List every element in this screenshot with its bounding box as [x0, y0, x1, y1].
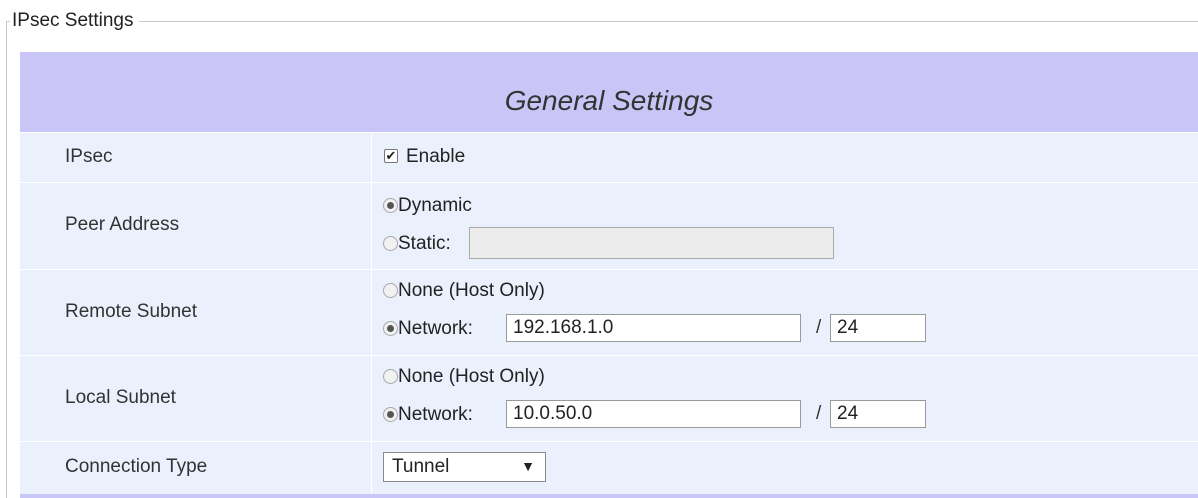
remote-subnet-label: Remote Subnet: [65, 301, 198, 322]
panel-footer-band: [20, 494, 1198, 498]
general-settings-panel: General Settings IPsec ✔ Enable Peer Add…: [20, 52, 1198, 498]
remote-prefix-input[interactable]: 24: [830, 314, 926, 342]
remote-network-option[interactable]: Network:: [383, 318, 473, 340]
row-local-subnet: Local Subnet None (Host Only) Network: 1…: [20, 355, 1198, 441]
row-remote-subnet: Remote Subnet None (Host Only) Network: …: [20, 269, 1198, 355]
peer-static-radio[interactable]: [383, 236, 398, 251]
fieldset-border-left: [6, 21, 7, 498]
local-network-input[interactable]: 10.0.50.0: [506, 400, 801, 428]
remote-none-label: None (Host Only): [398, 280, 545, 301]
row-ipsec: IPsec ✔ Enable: [20, 132, 1198, 182]
column-divider: [371, 133, 372, 182]
remote-prefix-slash: /: [816, 317, 822, 338]
fieldset-legend: IPsec Settings: [10, 10, 140, 32]
local-network-radio[interactable]: [383, 407, 398, 422]
section-title: General Settings: [504, 85, 714, 116]
peer-static-input[interactable]: [469, 227, 834, 259]
peer-address-label: Peer Address: [65, 214, 180, 235]
row-peer-address: Peer Address Dynamic Static:: [20, 182, 1198, 269]
column-divider: [371, 183, 372, 269]
remote-network-radio[interactable]: [383, 321, 398, 336]
local-network-label: Network:: [398, 404, 473, 425]
peer-dynamic-radio[interactable]: [383, 198, 398, 213]
ipsec-label: IPsec: [65, 146, 113, 167]
remote-network-input[interactable]: 192.168.1.0: [506, 314, 801, 342]
peer-static-option[interactable]: Static:: [383, 233, 451, 255]
column-divider: [371, 442, 372, 494]
connection-type-label: Connection Type: [65, 456, 208, 477]
local-prefix-slash: /: [816, 403, 822, 424]
remote-none-option[interactable]: None (Host Only): [383, 280, 545, 302]
local-subnet-label: Local Subnet: [65, 387, 176, 408]
column-divider: [371, 356, 372, 441]
section-header: General Settings: [20, 52, 1198, 132]
peer-dynamic-label: Dynamic: [398, 195, 472, 216]
connection-type-select[interactable]: Tunnel ▼: [383, 452, 546, 482]
row-connection-type: Connection Type Tunnel ▼: [20, 441, 1198, 494]
local-none-label: None (Host Only): [398, 366, 545, 387]
local-none-option[interactable]: None (Host Only): [383, 366, 545, 388]
chevron-down-icon: ▼: [521, 458, 535, 474]
remote-none-radio[interactable]: [383, 283, 398, 298]
local-prefix-input[interactable]: 24: [830, 400, 926, 428]
peer-static-label: Static:: [398, 233, 451, 254]
column-divider: [371, 270, 372, 355]
ipsec-enable-label: Enable: [406, 146, 466, 167]
peer-dynamic-option[interactable]: Dynamic: [383, 195, 472, 217]
ipsec-enable-checkbox[interactable]: ✔: [384, 149, 398, 163]
remote-network-label: Network:: [398, 318, 473, 339]
connection-type-value: Tunnel: [392, 456, 450, 477]
fieldset-border-top: [6, 21, 1198, 22]
local-none-radio[interactable]: [383, 369, 398, 384]
local-network-option[interactable]: Network:: [383, 404, 473, 426]
